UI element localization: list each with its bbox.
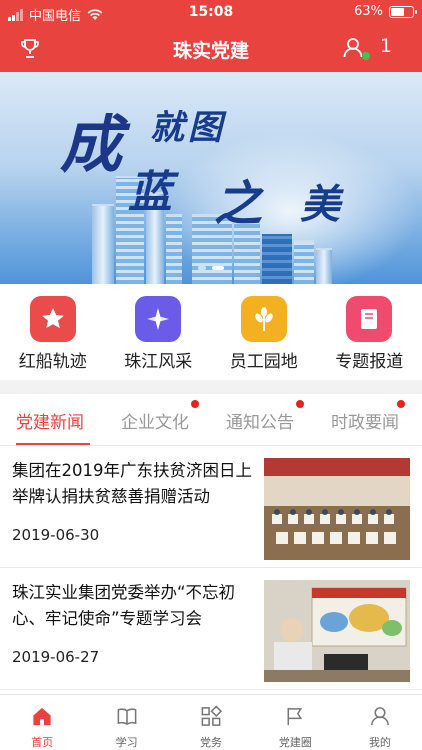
bottom-tab-bar: 首页 学习 党务 党建圈 我的 bbox=[0, 694, 422, 750]
banner-slogan-3: 蓝 bbox=[128, 167, 172, 218]
book-icon bbox=[346, 296, 393, 342]
flag-icon bbox=[287, 707, 303, 726]
unread-dot bbox=[397, 400, 405, 408]
book-open-icon bbox=[117, 708, 137, 726]
banner-slogan-4: 之 bbox=[214, 176, 263, 232]
quick-link-zhujiang-style[interactable]: 珠江风采 bbox=[106, 284, 212, 380]
news-title: 珠江实业集团党委举办“不忘初心、牢记使命”专题学习会 bbox=[12, 583, 236, 628]
quick-link-label: 红船轨迹 bbox=[18, 352, 87, 372]
tabbar-mine[interactable]: 我的 bbox=[338, 695, 422, 750]
tabbar-party-circle[interactable]: 党建圈 bbox=[253, 695, 337, 750]
status-bar: 中国电信 15:08 63% bbox=[0, 0, 422, 26]
wheat-icon bbox=[240, 296, 287, 342]
star-icon bbox=[29, 296, 76, 342]
battery-percent: 63% bbox=[354, 4, 383, 19]
compass-icon bbox=[135, 296, 182, 342]
app-header: 珠实党建 1 bbox=[0, 26, 422, 72]
tab-notices[interactable]: 通知公告 bbox=[226, 400, 304, 433]
tab-current-affairs[interactable]: 时政要闻 bbox=[331, 400, 405, 433]
user-icon bbox=[370, 707, 389, 726]
home-icon bbox=[33, 707, 51, 726]
unread-dot bbox=[191, 400, 199, 408]
tabbar-study[interactable]: 学习 bbox=[84, 695, 168, 750]
tab-corporate-culture[interactable]: 企业文化 bbox=[121, 400, 199, 433]
news-tabs: 党建新闻 企业文化 通知公告 时政要闻 bbox=[0, 394, 422, 446]
online-count: 1 bbox=[379, 35, 392, 57]
news-item[interactable]: 珠江实业集团党委举办“不忘初心、牢记使命”专题学习会 2019-06-27 bbox=[0, 568, 422, 690]
tabbar-party-affairs[interactable]: 党务 bbox=[169, 695, 253, 750]
unread-dot bbox=[296, 400, 304, 408]
news-title: 集团在2019年广东扶贫济困日上举牌认捐扶贫慈善捐赠活动 bbox=[12, 461, 252, 506]
news-date: 2019-06-30 bbox=[12, 526, 100, 544]
online-status-dot bbox=[362, 52, 370, 60]
tab-party-news[interactable]: 党建新闻 bbox=[16, 408, 84, 433]
quick-link-label: 专题报道 bbox=[335, 352, 404, 372]
quick-links: 红船轨迹 珠江风采 员工园地 专题报道 bbox=[0, 284, 422, 380]
active-tab-indicator bbox=[16, 443, 90, 445]
news-date: 2019-06-27 bbox=[12, 648, 100, 666]
quick-link-special-report[interactable]: 专题报道 bbox=[317, 284, 422, 380]
banner-slogan-1: 成 bbox=[60, 108, 123, 181]
quick-link-red-boat[interactable]: 红船轨迹 bbox=[0, 284, 106, 380]
quick-link-staff-garden[interactable]: 员工园地 bbox=[211, 284, 317, 380]
section-divider bbox=[0, 380, 422, 394]
tabbar-home[interactable]: 首页 bbox=[0, 695, 84, 750]
banner-slogan-2: 就图 bbox=[150, 108, 226, 148]
carousel-dot[interactable] bbox=[198, 266, 206, 270]
battery-icon bbox=[389, 5, 417, 18]
carousel-indicator bbox=[0, 266, 422, 270]
grid-icon bbox=[201, 705, 223, 726]
news-item[interactable]: 集团在2019年广东扶贫济困日上举牌认捐扶贫慈善捐赠活动 2019-06-30 bbox=[0, 446, 422, 568]
news-thumbnail bbox=[264, 458, 410, 560]
news-thumbnail bbox=[264, 580, 410, 682]
carousel-dot-active[interactable] bbox=[212, 266, 224, 270]
quick-link-label: 珠江风采 bbox=[124, 352, 193, 372]
quick-link-label: 员工园地 bbox=[229, 352, 298, 372]
banner-slogan-5: 美 bbox=[300, 181, 340, 228]
banner-carousel[interactable]: 成 就图 蓝 之 美 bbox=[0, 72, 422, 284]
